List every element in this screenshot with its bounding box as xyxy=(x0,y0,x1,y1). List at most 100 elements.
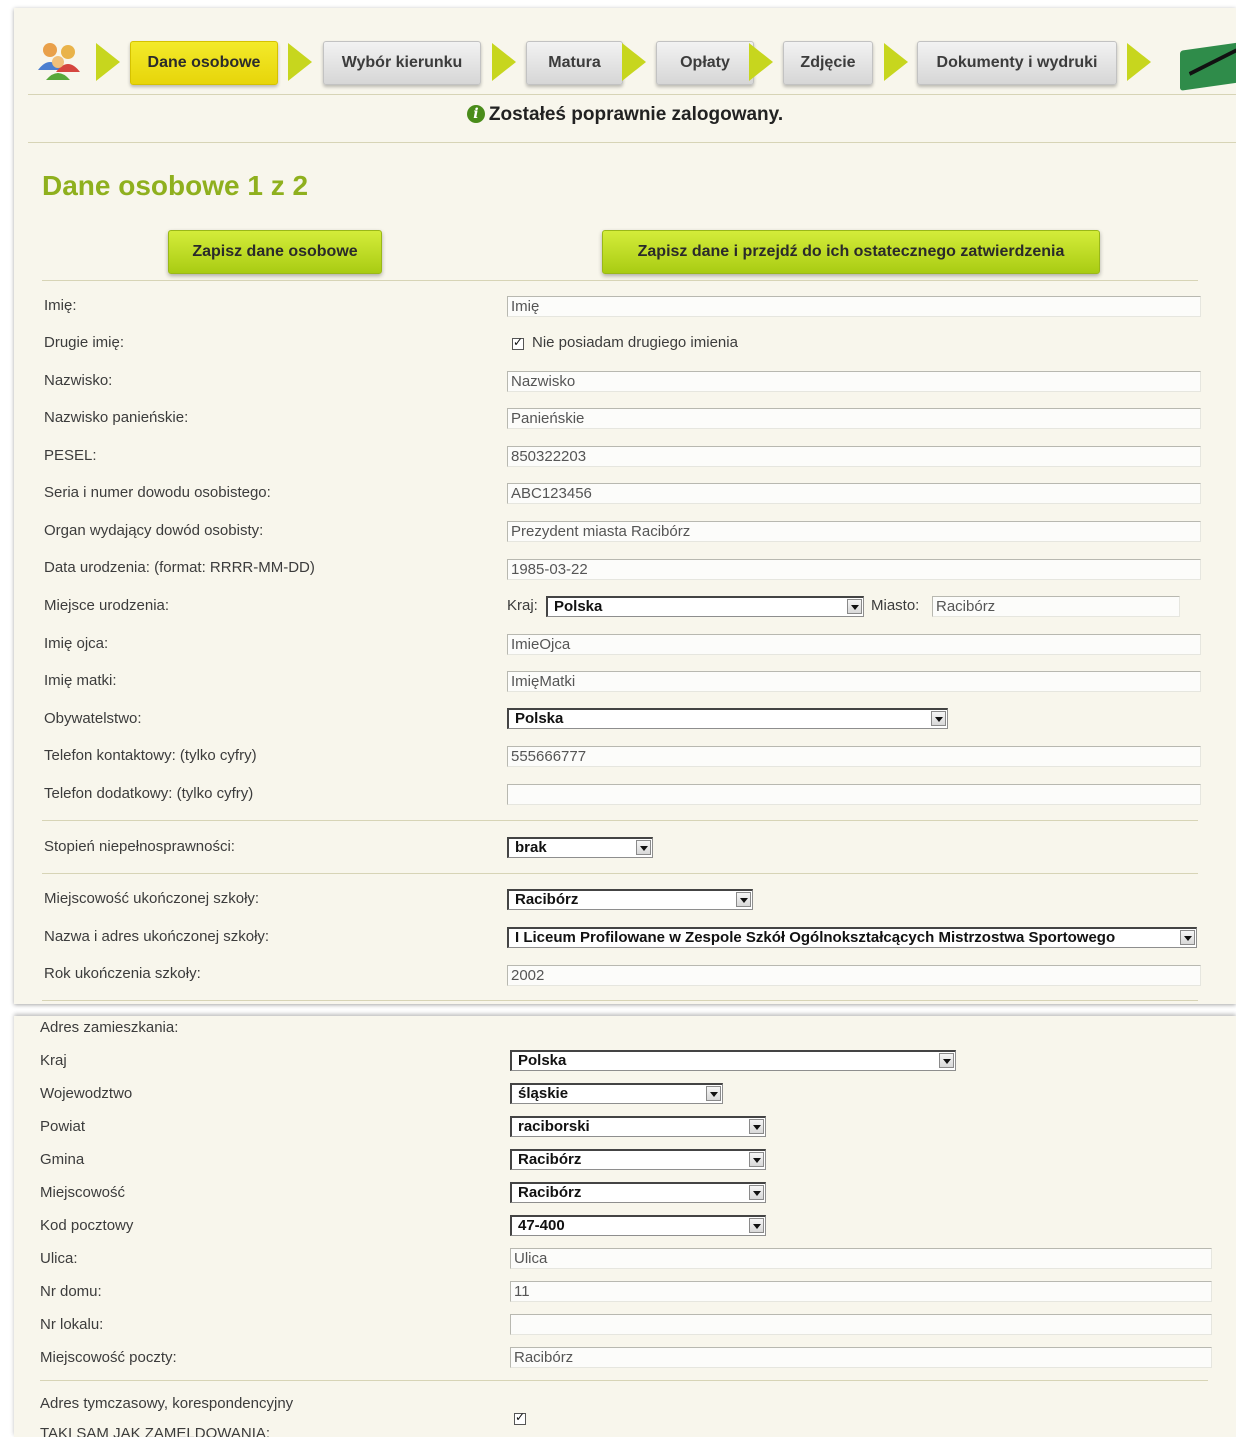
school-name-select[interactable]: I Liceum Profilowane w Zespole Szkół Ogó… xyxy=(507,927,1197,948)
personal-data-panel: Dane osobowe Wybór kierunku Matura Opłat… xyxy=(14,8,1236,1004)
tab-dane-osobowe[interactable]: Dane osobowe xyxy=(130,41,278,85)
disability-select[interactable]: brak xyxy=(507,837,653,858)
temp-address-label: Adres tymczasowy, korespondencyjny xyxy=(40,1395,294,1412)
father-name-label: Imię ojca: xyxy=(44,635,109,652)
locality-value: Racibórz xyxy=(518,1184,582,1201)
school-name-value: I Liceum Profilowane w Zespole Szkół Ogó… xyxy=(515,929,1116,946)
tab-wybor-kierunku[interactable]: Wybór kierunku xyxy=(323,41,481,85)
phone2-label: Telefon dodatkowy: (tylko cyfry) xyxy=(44,785,254,802)
post-city-label: Miejscowość poczty: xyxy=(40,1349,177,1366)
school-year-label: Rok ukończenia szkoły: xyxy=(44,965,201,982)
maiden-name-field[interactable]: Panieńskie xyxy=(507,408,1201,429)
citizenship-value: Polska xyxy=(515,710,564,727)
birth-date-field[interactable]: 1985-03-22 xyxy=(507,559,1201,580)
phone-field[interactable]: 555666777 xyxy=(507,746,1201,767)
mother-name-field[interactable]: ImięMatki xyxy=(507,671,1201,692)
tab-oplaty[interactable]: Opłaty xyxy=(656,41,754,85)
birth-date-label: Data urodzenia: (format: RRRR-MM-DD) xyxy=(44,559,315,576)
step-arrow-icon xyxy=(288,43,312,81)
apartment-field[interactable] xyxy=(510,1314,1212,1335)
street-field[interactable]: Ulica xyxy=(510,1248,1212,1269)
chevron-down-icon xyxy=(706,1086,721,1101)
info-icon: i xyxy=(466,105,485,123)
tab-matura[interactable]: Matura xyxy=(526,41,623,85)
save-and-confirm-button[interactable]: Zapisz dane i przejdź do ich ostateczneg… xyxy=(602,230,1100,274)
commune-value: Racibórz xyxy=(518,1151,582,1168)
step-arrow-icon xyxy=(492,43,516,81)
surname-field[interactable]: Nazwisko xyxy=(507,371,1201,392)
locality-label: Miejscowość xyxy=(40,1184,126,1201)
country-select[interactable]: Polska xyxy=(510,1050,956,1071)
chevron-down-icon xyxy=(749,1119,764,1134)
wizard-nav: Dane osobowe Wybór kierunku Matura Opłat… xyxy=(14,8,1236,94)
no-second-name-checkbox[interactable] xyxy=(512,335,524,350)
second-name-label: Drugie imię: xyxy=(44,334,125,351)
divider xyxy=(42,820,1198,821)
commune-select[interactable]: Racibórz xyxy=(510,1149,766,1170)
id-number-label: Seria i numer dowodu osobistego: xyxy=(44,484,271,501)
maiden-name-label: Nazwisko panieńskie: xyxy=(44,409,189,426)
finish-card-icon xyxy=(1180,37,1236,91)
pesel-field[interactable]: 850322203 xyxy=(507,446,1201,467)
chevron-down-icon xyxy=(636,840,651,855)
birth-country-value: Polska xyxy=(554,598,603,615)
same-as-registered-label: TAKI SAM JAK ZAMELDOWANIA: xyxy=(40,1425,271,1437)
disability-label: Stopień niepełnosprawności: xyxy=(44,838,235,855)
country-value: Polska xyxy=(518,1052,567,1069)
post-city-field[interactable]: Racibórz xyxy=(510,1347,1212,1368)
chevron-down-icon xyxy=(749,1218,764,1233)
id-issuer-label: Organ wydający dowód osobisty: xyxy=(44,522,264,539)
disability-value: brak xyxy=(515,839,547,856)
tab-dokumenty[interactable]: Dokumenty i wydruki xyxy=(917,41,1117,85)
school-year-field[interactable]: 2002 xyxy=(507,965,1201,986)
house-number-field[interactable]: 11 xyxy=(510,1281,1212,1302)
father-name-field[interactable]: ImieOjca xyxy=(507,634,1201,655)
address-header: Adres zamieszkania: xyxy=(40,1019,179,1036)
citizenship-select[interactable]: Polska xyxy=(507,708,948,729)
county-select[interactable]: raciborski xyxy=(510,1116,766,1137)
pesel-label: PESEL: xyxy=(44,447,97,464)
voivodeship-value: śląskie xyxy=(518,1085,569,1102)
first-name-field[interactable]: Imię xyxy=(507,296,1201,317)
chevron-down-icon xyxy=(847,599,862,614)
tab-zdjecie[interactable]: Zdjęcie xyxy=(783,41,873,85)
country-label: Kraj xyxy=(40,1052,67,1069)
postal-code-label: Kod pocztowy xyxy=(40,1217,134,1234)
step-arrow-icon xyxy=(884,43,908,81)
birth-city-field[interactable]: Racibórz xyxy=(932,596,1180,617)
school-city-label: Miejscowość ukończonej szkoły: xyxy=(44,890,260,907)
id-issuer-field[interactable]: Prezydent miasta Racibórz xyxy=(507,521,1201,542)
postal-code-value: 47-400 xyxy=(518,1217,565,1234)
postal-code-select[interactable]: 47-400 xyxy=(510,1215,766,1236)
school-city-select[interactable]: Racibórz xyxy=(507,889,753,910)
id-number-field[interactable]: ABC123456 xyxy=(507,483,1201,504)
no-second-name-label: Nie posiadam drugiego imienia xyxy=(532,334,738,351)
step-arrow-icon xyxy=(1127,43,1151,81)
chevron-down-icon xyxy=(749,1185,764,1200)
chevron-down-icon xyxy=(749,1152,764,1167)
divider xyxy=(28,94,1236,95)
chevron-down-icon xyxy=(1180,930,1195,945)
save-personal-button[interactable]: Zapisz dane osobowe xyxy=(168,230,382,274)
county-value: raciborski xyxy=(518,1118,590,1135)
same-as-registered-checkbox[interactable] xyxy=(514,1410,526,1425)
divider xyxy=(42,280,1198,281)
phone2-field[interactable] xyxy=(507,784,1201,805)
phone-label: Telefon kontaktowy: (tylko cyfry) xyxy=(44,747,257,764)
locality-select[interactable]: Racibórz xyxy=(510,1182,766,1203)
county-label: Powiat xyxy=(40,1118,86,1135)
voivodeship-select[interactable]: śląskie xyxy=(510,1083,723,1104)
birth-country-select[interactable]: Polska xyxy=(546,596,864,617)
school-city-value: Racibórz xyxy=(515,891,579,908)
address-panel: Adres zamieszkania: Kraj Polska Wojewodz… xyxy=(14,1016,1236,1437)
school-name-label: Nazwa i adres ukończonej szkoły: xyxy=(44,928,270,945)
chevron-down-icon xyxy=(939,1053,954,1068)
divider xyxy=(42,1000,1198,1001)
info-text: Zostałeś poprawnie zalogowany. xyxy=(488,104,784,125)
chevron-down-icon xyxy=(736,892,751,907)
divider xyxy=(40,1380,1208,1381)
birth-city-label: Miasto: xyxy=(871,597,920,614)
citizenship-label: Obywatelstwo: xyxy=(44,710,142,727)
login-info-message: i Zostałeś poprawnie zalogowany. xyxy=(14,104,1236,126)
divider xyxy=(28,142,1236,143)
